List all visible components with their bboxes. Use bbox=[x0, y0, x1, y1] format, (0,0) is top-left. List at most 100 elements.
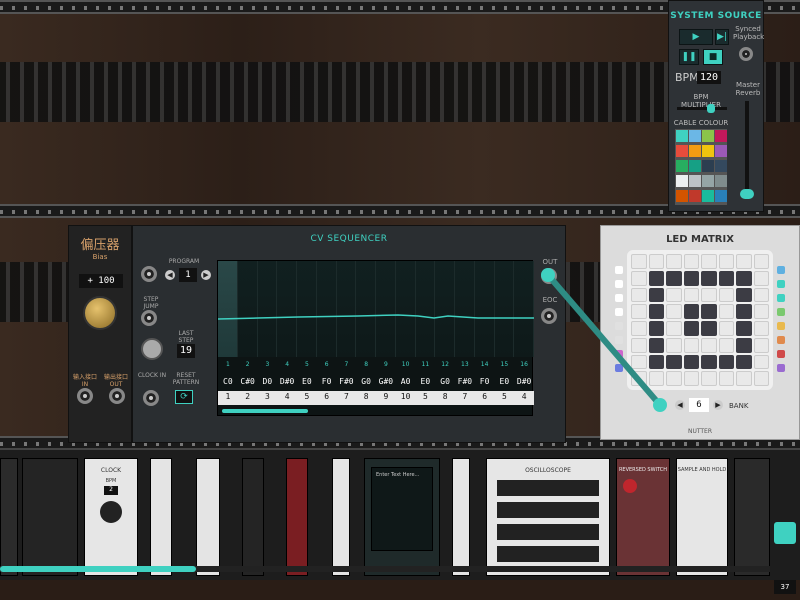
led-cell[interactable] bbox=[666, 270, 682, 286]
rack-scroll-thumb[interactable] bbox=[0, 566, 196, 572]
led-cell[interactable] bbox=[683, 270, 699, 286]
led-cell[interactable] bbox=[736, 371, 752, 386]
program-next-button[interactable]: ▶ bbox=[201, 270, 211, 280]
led-row-color[interactable] bbox=[777, 266, 785, 274]
led-cell[interactable] bbox=[666, 371, 682, 386]
led-cell[interactable] bbox=[718, 371, 734, 386]
cable-colour-swatch[interactable] bbox=[676, 175, 688, 187]
reset-pattern-button[interactable]: ⟳ bbox=[175, 390, 193, 404]
led-cell[interactable] bbox=[753, 287, 769, 303]
cable-colour-swatch[interactable] bbox=[715, 190, 727, 202]
led-cell[interactable] bbox=[718, 337, 734, 353]
bpm-multiplier-slider[interactable] bbox=[677, 104, 727, 113]
cable-colour-swatch[interactable] bbox=[689, 175, 701, 187]
led-cell[interactable] bbox=[631, 304, 647, 319]
cable-colour-swatch[interactable] bbox=[702, 130, 714, 142]
led-cell[interactable] bbox=[718, 254, 734, 269]
led-cell[interactable] bbox=[701, 321, 717, 336]
clock-in-jack[interactable] bbox=[143, 390, 159, 406]
led-row-select[interactable] bbox=[615, 350, 623, 358]
cable-colour-swatch[interactable] bbox=[689, 160, 701, 172]
led-cell[interactable] bbox=[753, 270, 769, 286]
clock-knob[interactable] bbox=[100, 501, 122, 523]
cable-colour-swatch[interactable] bbox=[702, 175, 714, 187]
led-grid[interactable] bbox=[627, 250, 773, 390]
cable-colour-swatch[interactable] bbox=[715, 175, 727, 187]
led-cell[interactable] bbox=[648, 304, 664, 319]
led-cell[interactable] bbox=[701, 254, 717, 269]
notes-text[interactable]: Enter Text Here... bbox=[371, 467, 433, 551]
bank-prev-button[interactable]: ◀ bbox=[675, 400, 685, 410]
led-row-select[interactable] bbox=[615, 308, 623, 316]
led-cell[interactable] bbox=[701, 287, 717, 303]
led-cell[interactable] bbox=[736, 270, 752, 286]
led-cell[interactable] bbox=[736, 304, 752, 319]
led-cell[interactable] bbox=[631, 337, 647, 353]
led-cell[interactable] bbox=[683, 371, 699, 386]
led-cell[interactable] bbox=[666, 254, 682, 269]
led-cell[interactable] bbox=[736, 354, 752, 370]
led-cell[interactable] bbox=[753, 371, 769, 386]
led-cell[interactable] bbox=[683, 304, 699, 319]
cable-colour-swatch[interactable] bbox=[676, 190, 688, 202]
led-cell[interactable] bbox=[648, 287, 664, 303]
sequencer-grid[interactable]: 1 C0 1 2 C#0 2 3 D0 3 4 D#0 4 5 E0 5 6 F0 6 7 F#0 7 8 G0 8 9 G#0 9… bbox=[217, 260, 534, 416]
led-cell[interactable] bbox=[701, 337, 717, 353]
led-cell[interactable] bbox=[701, 270, 717, 286]
led-cell[interactable] bbox=[736, 254, 752, 269]
led-row-select[interactable] bbox=[615, 294, 623, 302]
bank-next-button[interactable]: ▶ bbox=[713, 400, 723, 410]
led-cell[interactable] bbox=[666, 287, 682, 303]
led-row-color[interactable] bbox=[777, 322, 785, 330]
bpm-multiplier-handle[interactable] bbox=[707, 104, 715, 113]
cable-colour-swatch[interactable] bbox=[715, 130, 727, 142]
led-cell[interactable] bbox=[666, 354, 682, 370]
cable-colour-swatch[interactable] bbox=[715, 160, 727, 172]
led-cell[interactable] bbox=[753, 321, 769, 336]
cable-colour-swatch[interactable] bbox=[689, 130, 701, 142]
led-row-select[interactable] bbox=[615, 280, 623, 288]
step-forward-button[interactable]: ▶| bbox=[715, 29, 729, 45]
bias-knob[interactable] bbox=[83, 296, 117, 330]
led-row-color[interactable] bbox=[777, 336, 785, 344]
cable-colour-swatch[interactable] bbox=[715, 145, 727, 157]
reversed-switch-button[interactable] bbox=[623, 479, 637, 493]
led-cell[interactable] bbox=[648, 354, 664, 370]
bias-in-jack[interactable] bbox=[77, 388, 93, 404]
led-row-color[interactable] bbox=[777, 280, 785, 288]
cable-colour-swatch[interactable] bbox=[676, 160, 688, 172]
cable-colour-swatch[interactable] bbox=[702, 160, 714, 172]
add-module-button[interactable] bbox=[774, 522, 796, 544]
led-row-select[interactable] bbox=[615, 266, 623, 274]
led-cell[interactable] bbox=[666, 321, 682, 336]
cable-colour-swatch[interactable] bbox=[676, 130, 688, 142]
led-cell[interactable] bbox=[631, 287, 647, 303]
led-row-select[interactable] bbox=[615, 336, 623, 344]
led-cell[interactable] bbox=[701, 304, 717, 319]
led-row-color[interactable] bbox=[777, 350, 785, 358]
play-button[interactable]: ▶ bbox=[679, 29, 713, 45]
led-cell[interactable] bbox=[753, 304, 769, 319]
led-cell[interactable] bbox=[736, 287, 752, 303]
led-cell[interactable] bbox=[631, 371, 647, 386]
led-cell[interactable] bbox=[683, 321, 699, 336]
pause-button[interactable]: ❚❚ bbox=[679, 49, 699, 65]
eoc-jack[interactable] bbox=[541, 308, 557, 324]
rack-horizontal-scrollbar[interactable] bbox=[0, 566, 770, 572]
cable-colour-palette[interactable] bbox=[675, 129, 727, 205]
sequencer-scrollbar[interactable] bbox=[222, 409, 308, 413]
led-cell[interactable] bbox=[718, 304, 734, 319]
led-cell[interactable] bbox=[701, 371, 717, 386]
bias-out-jack[interactable] bbox=[109, 388, 125, 404]
led-cell[interactable] bbox=[718, 354, 734, 370]
led-row-select[interactable] bbox=[615, 322, 623, 330]
led-row-color[interactable] bbox=[777, 308, 785, 316]
sequencer-out-jack[interactable] bbox=[541, 268, 557, 284]
led-row-select[interactable] bbox=[615, 364, 623, 372]
program-prev-button[interactable]: ◀ bbox=[165, 270, 175, 280]
led-cell[interactable] bbox=[648, 371, 664, 386]
led-cell[interactable] bbox=[648, 321, 664, 336]
cable-colour-swatch[interactable] bbox=[702, 190, 714, 202]
led-cell[interactable] bbox=[753, 337, 769, 353]
led-cell[interactable] bbox=[683, 254, 699, 269]
